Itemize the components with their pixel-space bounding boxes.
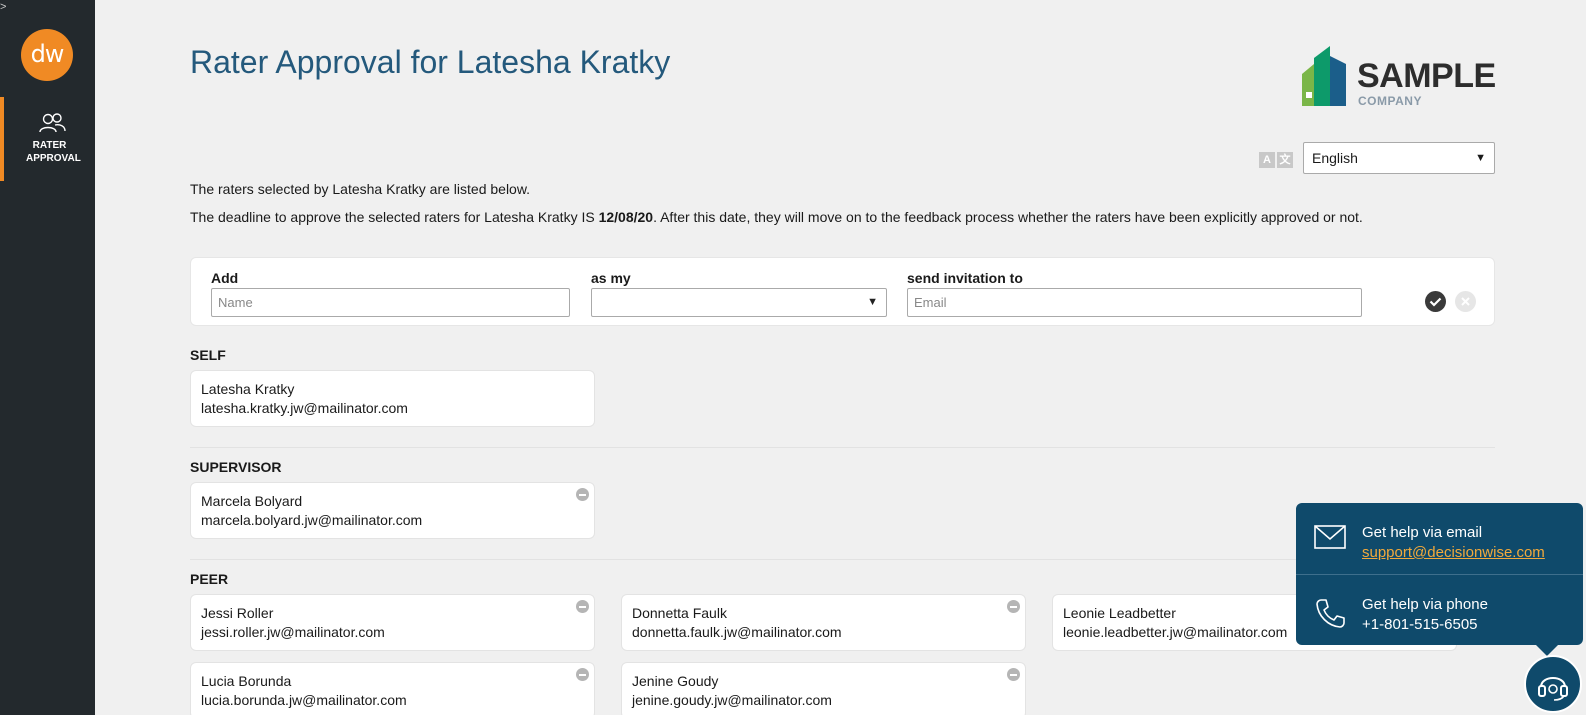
rater-card: Jessi Roller jessi.roller.jw@mailinator.… xyxy=(190,594,595,651)
buildings-icon xyxy=(1302,46,1346,106)
rater-card: Jenine Goudy jenine.goudy.jw@mailinator.… xyxy=(621,662,1026,715)
remove-rater-button[interactable] xyxy=(576,488,589,501)
add-label: Add xyxy=(211,270,239,286)
rater-card: Latesha Kratky latesha.kratky.jw@mailina… xyxy=(190,370,595,427)
remove-rater-button[interactable] xyxy=(1007,600,1020,613)
name-input[interactable]: Name xyxy=(211,288,570,317)
support-email-link[interactable]: support@decisionwise.com xyxy=(1362,543,1545,563)
rater-card: Marcela Bolyard marcela.bolyard.jw@maili… xyxy=(190,482,595,539)
help-phone-row: Get help via phone +1-801-515-6505 xyxy=(1296,574,1583,644)
remove-rater-button[interactable] xyxy=(576,600,589,613)
intro-text: The raters selected by Latesha Kratky ar… xyxy=(190,181,531,197)
headset-icon xyxy=(1538,677,1568,701)
chevron-down-icon: ▼ xyxy=(1475,152,1486,164)
company-logo: SAMPLE COMPANY xyxy=(1302,46,1502,110)
cursor-glyph: > xyxy=(0,1,7,13)
phone-icon xyxy=(1316,599,1345,628)
support-phone-number[interactable]: +1-801-515-6505 xyxy=(1362,615,1488,635)
help-email-text: Get help via email support@decisionwise.… xyxy=(1362,523,1545,563)
section-title-supervisor: SUPERVISOR xyxy=(190,459,282,475)
rater-email: jessi.roller.jw@mailinator.com xyxy=(201,624,385,640)
section-divider xyxy=(190,447,1495,448)
deadline-text-after: . After this date, they will move on to … xyxy=(653,209,1363,225)
rater-name: Jenine Goudy xyxy=(632,673,719,689)
rater-email: latesha.kratky.jw@mailinator.com xyxy=(201,400,408,416)
confirm-add-button[interactable] xyxy=(1425,291,1446,312)
envelope-icon xyxy=(1314,525,1346,549)
rater-email: marcela.bolyard.jw@mailinator.com xyxy=(201,512,423,528)
close-icon xyxy=(1461,297,1470,306)
rater-name: Jessi Roller xyxy=(201,605,274,621)
rater-name: Marcela Bolyard xyxy=(201,493,303,509)
page-title: Rater Approval for Latesha Kratky xyxy=(190,44,671,80)
relationship-select[interactable]: ▼ xyxy=(591,288,887,317)
translate-letter: 文 xyxy=(1277,152,1293,168)
remove-rater-button[interactable] xyxy=(1007,668,1020,681)
rater-name: Donnetta Faulk xyxy=(632,605,727,621)
check-icon xyxy=(1429,297,1442,307)
language-select[interactable]: English ▼ xyxy=(1303,142,1495,174)
help-button[interactable] xyxy=(1524,655,1582,713)
language-select-value: English xyxy=(1312,150,1358,166)
chevron-down-icon: ▼ xyxy=(867,296,878,308)
rater-email: donnetta.faulk.jw@mailinator.com xyxy=(632,624,842,640)
cancel-add-button[interactable] xyxy=(1455,291,1476,312)
help-email-row: Get help via email support@decisionwise.… xyxy=(1296,503,1583,573)
help-phone-heading: Get help via phone xyxy=(1362,596,1488,613)
rater-name: Latesha Kratky xyxy=(201,381,295,397)
deadline-text-before: The deadline to approve the selected rat… xyxy=(190,209,599,225)
email-input[interactable]: Email xyxy=(907,288,1362,317)
translate-icon: A 文 xyxy=(1259,152,1295,168)
section-title-self: SELF xyxy=(190,347,226,363)
as-my-label: as my xyxy=(591,270,631,286)
brand-subtitle: COMPANY xyxy=(1358,94,1422,108)
help-email-heading: Get help via email xyxy=(1362,524,1483,541)
deadline-date: 12/08/20 xyxy=(598,209,654,225)
sidebar-item-label: RATER APPROVAL xyxy=(26,140,81,164)
remove-rater-button[interactable] xyxy=(576,668,589,681)
help-popup: Get help via email support@decisionwise.… xyxy=(1296,503,1583,656)
rater-email: lucia.borunda.jw@mailinator.com xyxy=(201,692,407,708)
add-rater-panel: Add Name as my ▼ send invitation to Emai… xyxy=(190,257,1495,326)
rater-name: Lucia Borunda xyxy=(201,673,292,689)
rater-card: Lucia Borunda lucia.borunda.jw@mailinato… xyxy=(190,662,595,715)
app-logo[interactable]: dw xyxy=(21,29,73,81)
send-invitation-label: send invitation to xyxy=(907,270,1023,286)
translate-letter: A xyxy=(1259,152,1275,168)
brand-name: SAMPLE xyxy=(1357,57,1496,95)
rater-email: jenine.goudy.jw@mailinator.com xyxy=(632,692,832,708)
rater-card: Donnetta Faulk donnetta.faulk.jw@mailina… xyxy=(621,594,1026,651)
users-icon xyxy=(39,113,66,133)
help-phone-text: Get help via phone +1-801-515-6505 xyxy=(1362,595,1488,635)
section-title-peer: PEER xyxy=(190,571,229,587)
deadline-text: The deadline to approve the selected rat… xyxy=(190,209,1363,225)
sidebar-item-rater-approval[interactable]: RATER APPROVAL xyxy=(0,97,95,181)
sidebar: > dw RATER APPROVAL xyxy=(0,0,95,715)
